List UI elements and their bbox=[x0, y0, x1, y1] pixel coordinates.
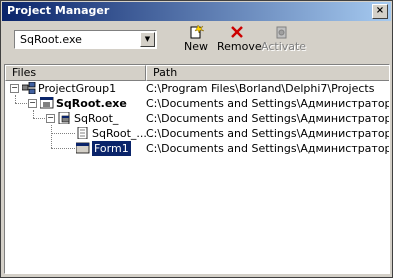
column-header-files-label: Files bbox=[12, 66, 37, 79]
close-button[interactable]: × bbox=[372, 4, 388, 19]
tree-row-unit-file[interactable]: SqRoot_... C:\Documents and Settings\Адм… bbox=[5, 126, 389, 141]
row-path: C:\Program Files\Borland\Delphi7\Project… bbox=[146, 82, 375, 95]
project-tree-list[interactable]: Files Path − ProjectGroup1 C:\Program Fi… bbox=[4, 64, 390, 274]
unit-file-icon bbox=[58, 112, 70, 124]
tree-node-label: SqRoot_ bbox=[74, 112, 119, 125]
project-select-value: SqRoot.exe bbox=[20, 33, 82, 46]
tree-node-label: SqRoot_... bbox=[92, 127, 147, 140]
tree-row-form[interactable]: Form1 C:\Documents and Settings\Админист… bbox=[5, 141, 389, 156]
exe-project-icon bbox=[40, 97, 54, 109]
remove-button[interactable]: Remove bbox=[217, 25, 262, 55]
project-manager-window: Project Manager × SqRoot.exe ▼ New Remov… bbox=[0, 0, 393, 278]
tree-row-project[interactable]: − SqRoot.exe C:\Documents and Settings\А… bbox=[5, 96, 389, 111]
title-bar[interactable]: Project Manager × bbox=[2, 2, 391, 21]
chevron-down-icon: ▼ bbox=[144, 35, 151, 43]
tree-node-label: ProjectGroup1 bbox=[38, 82, 117, 95]
remove-button-label: Remove bbox=[217, 40, 262, 53]
new-file-icon bbox=[190, 25, 205, 39]
new-button[interactable]: New bbox=[182, 25, 210, 55]
activate-button-label: Activate bbox=[261, 40, 307, 53]
row-path: C:\Documents and Settings\Администратор\… bbox=[146, 112, 389, 125]
tree-node-label-selected: Form1 bbox=[92, 141, 131, 156]
new-button-label: New bbox=[184, 40, 208, 53]
collapse-toggle[interactable]: − bbox=[10, 84, 19, 93]
activate-button[interactable]: Activate bbox=[261, 25, 307, 55]
close-icon: × bbox=[375, 5, 385, 16]
collapse-toggle[interactable]: − bbox=[28, 99, 37, 108]
row-path: C:\Documents and Settings\Администратор\… bbox=[146, 127, 389, 140]
column-header-files[interactable]: Files bbox=[5, 65, 146, 81]
window-title: Project Manager bbox=[7, 4, 110, 17]
form-icon bbox=[76, 142, 90, 154]
remove-x-icon bbox=[231, 26, 243, 38]
tree-row-project-group[interactable]: − ProjectGroup1 C:\Program Files\Borland… bbox=[5, 81, 389, 96]
project-select-dropdown-button[interactable]: ▼ bbox=[140, 32, 155, 47]
activate-gear-icon bbox=[276, 26, 287, 39]
collapse-toggle[interactable]: − bbox=[46, 114, 55, 123]
column-header-path-label: Path bbox=[153, 66, 178, 79]
row-path: C:\Documents and Settings\Администратор\… bbox=[146, 142, 389, 155]
tree-row-unit[interactable]: − SqRoot_ C:\Documents and Settings\Адми… bbox=[5, 111, 389, 126]
project-select[interactable]: SqRoot.exe ▼ bbox=[14, 30, 157, 49]
project-group-icon bbox=[22, 82, 36, 94]
row-path: C:\Documents and Settings\Администратор\… bbox=[146, 97, 389, 110]
column-header-path[interactable]: Path bbox=[146, 65, 389, 81]
source-file-icon bbox=[77, 127, 88, 139]
tree-node-label: SqRoot.exe bbox=[56, 97, 127, 110]
